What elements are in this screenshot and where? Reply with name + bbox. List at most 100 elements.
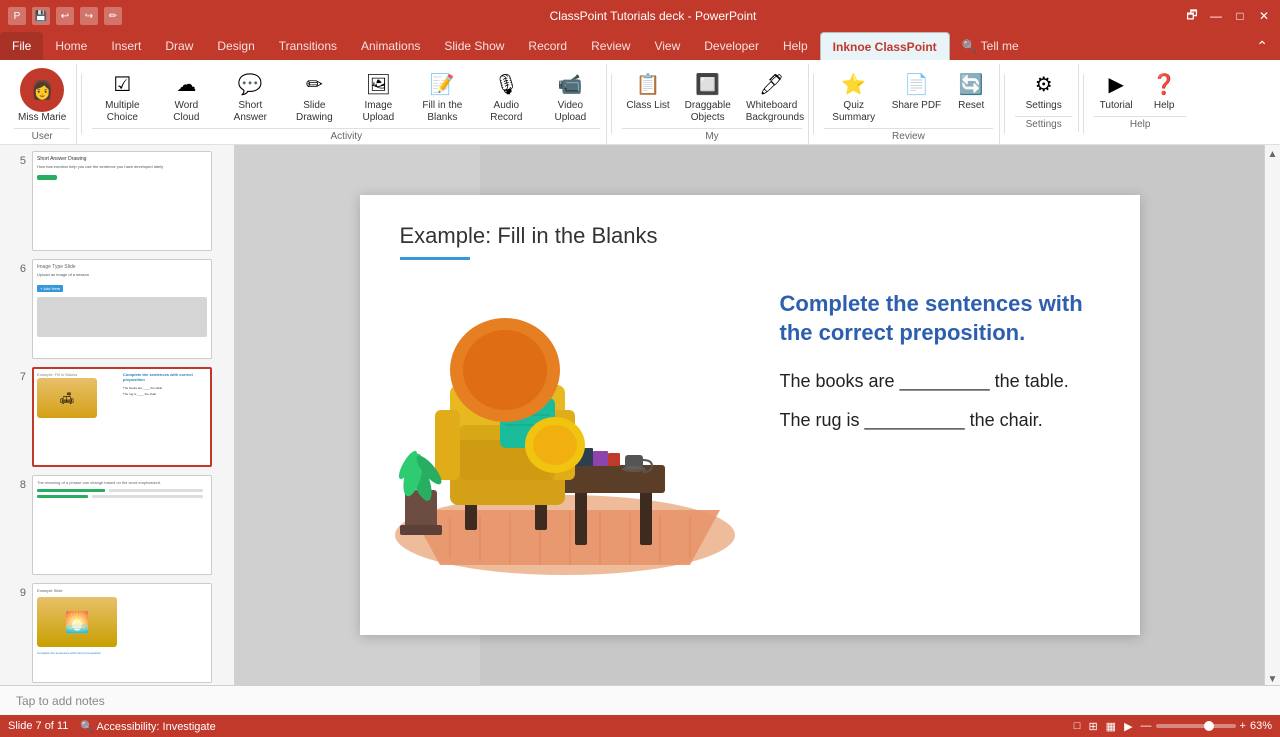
st6-subtitle: Upload an image of a season <box>37 272 207 277</box>
powerpoint-icon: P <box>8 7 26 25</box>
settings-group-items: ⚙ Settings <box>1022 66 1066 114</box>
ribbon-group-my: 📋 Class List 🔲 Draggable Objects 🖊 White… <box>616 64 808 144</box>
slide-drawing-button[interactable]: ✏ Slide Drawing <box>284 66 344 126</box>
audio-record-button[interactable]: 🎙 Audio Record <box>476 66 536 126</box>
customize-icon[interactable]: ✏ <box>104 7 122 25</box>
slide-img-6: Image Type Slide Upload an image of a se… <box>32 259 212 359</box>
st8-title: The meaning of a phrase can change based… <box>37 480 207 485</box>
ribbon-group-activity: ☑ Multiple Choice ☁ Word Cloud 💬 Short A… <box>86 64 607 144</box>
redo-icon[interactable]: ↪ <box>80 7 98 25</box>
tab-record[interactable]: Record <box>516 32 579 60</box>
scroll-up-btn[interactable]: ▲ <box>1268 149 1278 160</box>
restore-down-icon[interactable]: 🗗 <box>1184 8 1200 24</box>
present-btn[interactable]: ▶ <box>1124 720 1132 733</box>
tab-home[interactable]: Home <box>43 32 99 60</box>
share-pdf-icon: 📄 <box>900 68 932 100</box>
slide-info: Slide 7 of 11 <box>8 720 68 732</box>
fill-blanks-icon: 📝 <box>426 68 458 100</box>
word-cloud-button[interactable]: ☁ Word Cloud <box>156 66 216 126</box>
user-group-items: 👩 Miss Marie <box>14 66 70 126</box>
multiple-choice-button[interactable]: ☑ Multiple Choice <box>92 66 152 126</box>
video-upload-button[interactable]: 📹 Video Upload <box>540 66 600 126</box>
tab-developer[interactable]: Developer <box>692 32 771 60</box>
tab-transitions[interactable]: Transitions <box>267 32 349 60</box>
tutorial-label: Tutorial <box>1100 100 1133 112</box>
tab-animations[interactable]: Animations <box>349 32 432 60</box>
slide-thumbnail-6[interactable]: 6 Image Type Slide Upload an image of a … <box>4 257 230 361</box>
slide-sorter-btn[interactable]: ⊞ <box>1088 720 1097 733</box>
tab-inknoe-classpoint[interactable]: Inknoe ClassPoint <box>820 32 950 60</box>
review-group-items: ⭐ Quiz Summary 📄 Share PDF 🔄 Reset <box>824 66 993 126</box>
st9-text: Complete the sentences with correct prep… <box>37 651 207 655</box>
st7-s1: The books are ____ the table. <box>123 386 207 390</box>
status-left: Slide 7 of 11 🔍 Accessibility: Investiga… <box>8 720 216 733</box>
tab-insert[interactable]: Insert <box>99 32 153 60</box>
slide-sentence-1: The books are _________ the table. <box>780 371 1100 392</box>
slide-drawing-icon: ✏ <box>298 68 330 100</box>
slide-thumbnail-9[interactable]: 9 Example Slide 🌅 Complete the sentences… <box>4 581 230 685</box>
short-answer-icon: 💬 <box>234 68 266 100</box>
short-answer-button[interactable]: 💬 Short Answer <box>220 66 280 126</box>
save-icon[interactable]: 💾 <box>32 7 50 25</box>
slide-panel[interactable]: 5 Short Answer Drawing How has emotion h… <box>0 145 235 685</box>
class-list-label: Class List <box>626 100 669 112</box>
normal-view-btn[interactable]: □ <box>1074 720 1081 732</box>
minimize-icon[interactable]: — <box>1208 8 1224 24</box>
st6-img-placeholder <box>37 297 207 337</box>
slide-thumbnail-5[interactable]: 5 Short Answer Drawing How has emotion h… <box>4 149 230 253</box>
image-upload-button[interactable]: 🖼 Image Upload <box>348 66 408 126</box>
share-pdf-button[interactable]: 📄 Share PDF <box>888 66 945 114</box>
review-group-label: Review <box>824 128 993 142</box>
tab-slideshow[interactable]: Slide Show <box>432 32 516 60</box>
image-upload-label: Image Upload <box>352 100 404 124</box>
username-label: Miss Marie <box>18 112 66 124</box>
zoom-in-btn[interactable]: + <box>1240 720 1246 732</box>
tab-review[interactable]: Review <box>579 32 642 60</box>
settings-button[interactable]: ⚙ Settings <box>1022 66 1066 114</box>
tab-draw[interactable]: Draw <box>153 32 205 60</box>
draggable-objects-button[interactable]: 🔲 Draggable Objects <box>678 66 738 126</box>
whiteboard-bg-button[interactable]: 🖊 Whiteboard Backgrounds <box>742 66 802 126</box>
ribbon-tabs: File Home Insert Draw Design Transitions… <box>0 32 1280 60</box>
class-list-icon: 📋 <box>632 68 664 100</box>
reading-view-btn[interactable]: ▦ <box>1106 720 1116 733</box>
accessibility-label: 🔍 Accessibility: Investigate <box>80 720 215 733</box>
ribbon-collapse-btn[interactable]: ⌃ <box>1244 32 1280 60</box>
quiz-summary-button[interactable]: ⭐ Quiz Summary <box>824 66 884 126</box>
slide-thumbnail-7[interactable]: 7 Example: Fill in Blanks 🛋 Complete the… <box>4 365 230 469</box>
tutorial-button[interactable]: ▶ Tutorial <box>1094 66 1138 114</box>
undo-icon[interactable]: ↩ <box>56 7 74 25</box>
ribbon-group-review: ⭐ Quiz Summary 📄 Share PDF 🔄 Reset Revie… <box>818 64 1000 144</box>
notes-bar[interactable]: Tap to add notes <box>0 685 1280 715</box>
maximize-icon[interactable]: □ <box>1232 8 1248 24</box>
zoom-out-btn[interactable]: — <box>1141 720 1152 732</box>
help-button[interactable]: ❓ Help <box>1142 66 1186 114</box>
class-list-button[interactable]: 📋 Class List <box>622 66 673 114</box>
word-cloud-icon: ☁ <box>170 68 202 100</box>
my-group-label: My <box>622 128 801 142</box>
reset-button[interactable]: 🔄 Reset <box>949 66 993 114</box>
tab-design[interactable]: Design <box>205 32 266 60</box>
draggable-objects-icon: 🔲 <box>692 68 724 100</box>
user-profile-button[interactable]: 👩 Miss Marie <box>14 66 70 126</box>
zoom-control: — + 63% <box>1141 720 1272 732</box>
slide-num-7: 7 <box>6 367 26 383</box>
st7-tag: Example: Fill in Blanks <box>37 372 121 377</box>
slide-canvas[interactable]: Example: Fill in the Blanks <box>360 195 1140 635</box>
st8-row1 <box>37 489 207 492</box>
tab-search[interactable]: 🔍 Tell me <box>950 32 1031 60</box>
st9-img: 🌅 <box>37 597 117 647</box>
close-icon[interactable]: ✕ <box>1256 8 1272 24</box>
separator-4 <box>1004 74 1005 134</box>
separator-2 <box>611 74 612 134</box>
fill-blanks-button[interactable]: 📝 Fill in the Blanks <box>412 66 472 126</box>
tab-view[interactable]: View <box>642 32 692 60</box>
scroll-down-btn[interactable]: ▼ <box>1268 674 1278 685</box>
word-cloud-label: Word Cloud <box>160 100 212 124</box>
st6-btn: + Add Here <box>37 285 63 292</box>
whiteboard-bg-label: Whiteboard Backgrounds <box>746 100 798 124</box>
slide-thumbnail-8[interactable]: 8 The meaning of a phrase can change bas… <box>4 473 230 577</box>
zoom-slider[interactable] <box>1156 724 1236 728</box>
tab-help[interactable]: Help <box>771 32 820 60</box>
tab-file[interactable]: File <box>0 32 43 60</box>
